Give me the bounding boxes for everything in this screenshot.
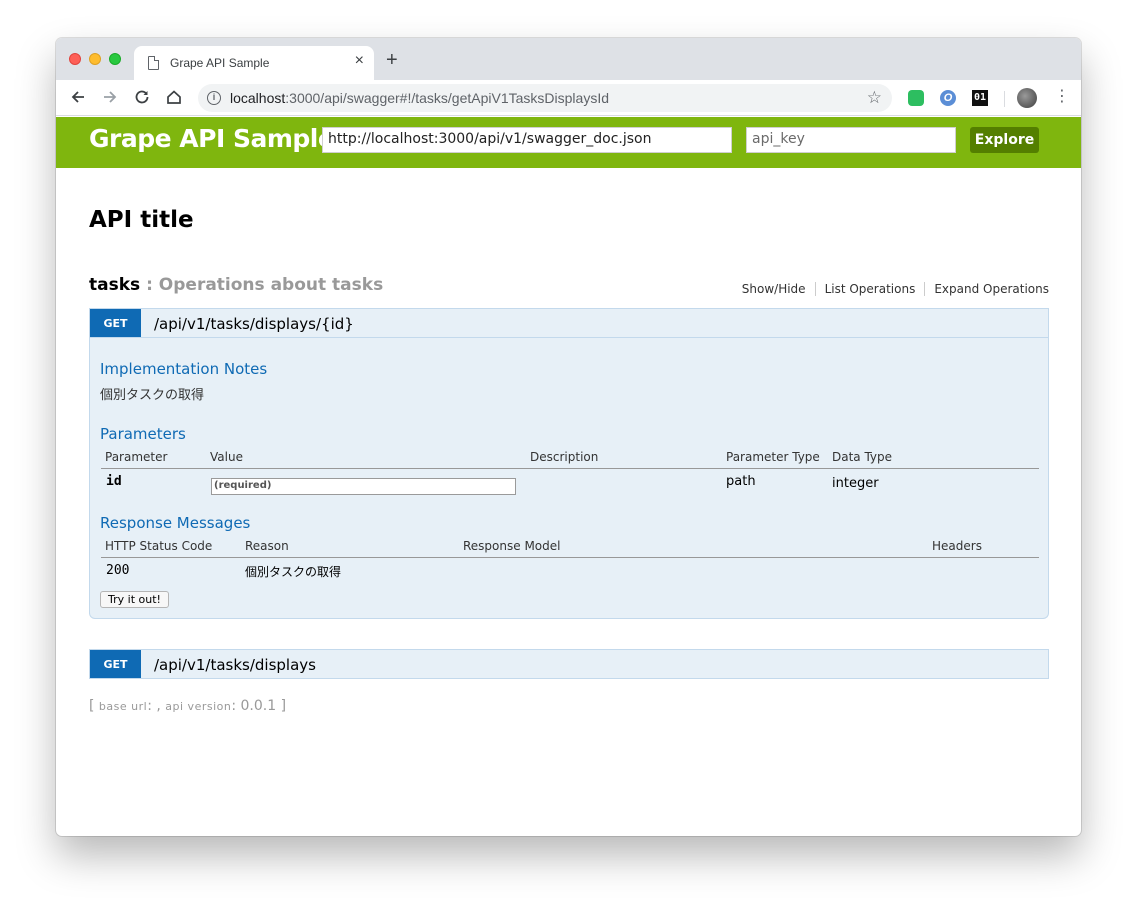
browser-tab[interactable]: Grape API Sample × xyxy=(134,46,374,80)
parameters-heading: Parameters xyxy=(100,425,186,443)
operation-path[interactable]: /api/v1/tasks/displays xyxy=(154,656,316,674)
operation-content: Implementation Notes 個別タスクの取得 Parameters… xyxy=(89,338,1049,619)
explore-button[interactable]: Explore xyxy=(970,127,1039,153)
evernote-extension-icon[interactable] xyxy=(908,90,924,106)
show-hide-link[interactable]: Show/Hide xyxy=(733,282,815,296)
reload-icon[interactable] xyxy=(133,88,151,109)
param-id-input[interactable]: (required) xyxy=(211,478,516,495)
new-tab-button[interactable]: + xyxy=(386,49,398,72)
response-reason: 個別タスクの取得 xyxy=(245,565,342,579)
col-headers: Headers xyxy=(932,539,982,553)
col-data-type: Data Type xyxy=(832,450,893,464)
response-code: 200 xyxy=(106,563,130,578)
http-method-badge[interactable]: GET xyxy=(90,650,141,678)
try-it-out-button[interactable]: Try it out! xyxy=(100,591,169,608)
operation-get-displays: GET /api/v1/tasks/displays xyxy=(89,649,1049,679)
api-footer: [ base url: , api version: 0.0.1 ] xyxy=(89,698,286,714)
operation-heading[interactable]: GET /api/v1/tasks/displays/{id} xyxy=(89,308,1049,338)
operation-path[interactable]: /api/v1/tasks/displays/{id} xyxy=(154,315,354,333)
response-messages-heading: Response Messages xyxy=(100,514,251,532)
bookmark-star-icon[interactable]: ☆ xyxy=(867,88,882,108)
base-url-label: base url xyxy=(98,700,148,713)
api-version-value: : 0.0.1 xyxy=(231,698,277,714)
page-icon xyxy=(148,56,159,70)
col-parameter-type: Parameter Type xyxy=(726,450,820,464)
forward-icon[interactable] xyxy=(101,88,119,109)
resource-description: Operations about tasks xyxy=(158,275,384,295)
footer-open-bracket: [ xyxy=(89,698,99,714)
implementation-notes-heading: Implementation Notes xyxy=(100,360,268,378)
api-title: API title xyxy=(89,207,194,233)
api-version-label: api version xyxy=(165,700,232,713)
extension-o-icon[interactable]: O xyxy=(940,90,956,106)
resource-separator: : xyxy=(140,275,159,295)
browser-window: Grape API Sample × + i localhost:3000/ap… xyxy=(56,38,1081,836)
zoom-window-button[interactable] xyxy=(109,53,121,65)
parameter-row: id (required) path integer xyxy=(101,472,1039,498)
implementation-notes-text: 個別タスクの取得 xyxy=(100,388,205,403)
col-value: Value xyxy=(210,450,243,464)
extension-01-icon[interactable]: 01 xyxy=(972,90,988,106)
minimize-window-button[interactable] xyxy=(89,53,101,65)
resource-links: Show/Hide List Operations Expand Operation… xyxy=(733,282,1049,296)
parameters-table-header: Parameter Value Description Parameter Ty… xyxy=(101,448,1039,469)
api-key-input[interactable]: api_key xyxy=(746,127,956,153)
toolbar-divider xyxy=(1004,91,1005,107)
operation-get-display-by-id: GET /api/v1/tasks/displays/{id} Implemen… xyxy=(89,308,1049,619)
http-method-badge[interactable]: GET xyxy=(90,309,141,337)
resource-name[interactable]: tasks xyxy=(89,275,140,295)
col-reason: Reason xyxy=(245,539,289,553)
col-description: Description xyxy=(530,450,599,464)
param-type: path xyxy=(726,474,756,489)
swagger-logo[interactable]: Grape API Sample xyxy=(89,124,335,153)
tab-title: Grape API Sample xyxy=(170,56,270,70)
param-name: id xyxy=(106,474,122,489)
browser-toolbar: i localhost:3000/api/swagger#!/tasks/get… xyxy=(56,80,1081,116)
profile-avatar[interactable] xyxy=(1017,88,1037,108)
close-window-button[interactable] xyxy=(69,53,81,65)
resource-heading[interactable]: tasks : Operations about tasks xyxy=(89,275,383,295)
tab-strip: Grape API Sample × + xyxy=(56,38,1081,80)
address-bar[interactable]: i localhost:3000/api/swagger#!/tasks/get… xyxy=(198,84,892,112)
home-icon[interactable] xyxy=(165,88,183,109)
base-url-value: : , xyxy=(147,698,166,714)
tab-close-icon[interactable]: × xyxy=(355,52,364,70)
expand-operations-link[interactable]: Expand Operations xyxy=(924,282,1049,296)
url-text: localhost:3000/api/swagger#!/tasks/getAp… xyxy=(230,90,609,106)
list-operations-link[interactable]: List Operations xyxy=(814,282,925,296)
browser-menu-icon[interactable]: ⋮ xyxy=(1054,88,1070,106)
site-info-icon[interactable]: i xyxy=(207,91,221,105)
responses-table-header: HTTP Status Code Reason Response Model H… xyxy=(101,537,1039,558)
back-icon[interactable] xyxy=(69,88,87,109)
swagger-url-input[interactable]: http://localhost:3000/api/v1/swagger_doc… xyxy=(322,127,732,153)
param-data-type: integer xyxy=(832,476,879,491)
response-row: 200 個別タスクの取得 xyxy=(101,561,1039,587)
col-parameter: Parameter xyxy=(105,450,168,464)
footer-close-bracket: ] xyxy=(276,698,287,714)
swagger-header: Grape API Sample http://localhost:3000/a… xyxy=(56,117,1081,168)
col-http-status: HTTP Status Code xyxy=(105,539,213,553)
operation-heading[interactable]: GET /api/v1/tasks/displays xyxy=(89,649,1049,679)
col-response-model: Response Model xyxy=(463,539,561,553)
